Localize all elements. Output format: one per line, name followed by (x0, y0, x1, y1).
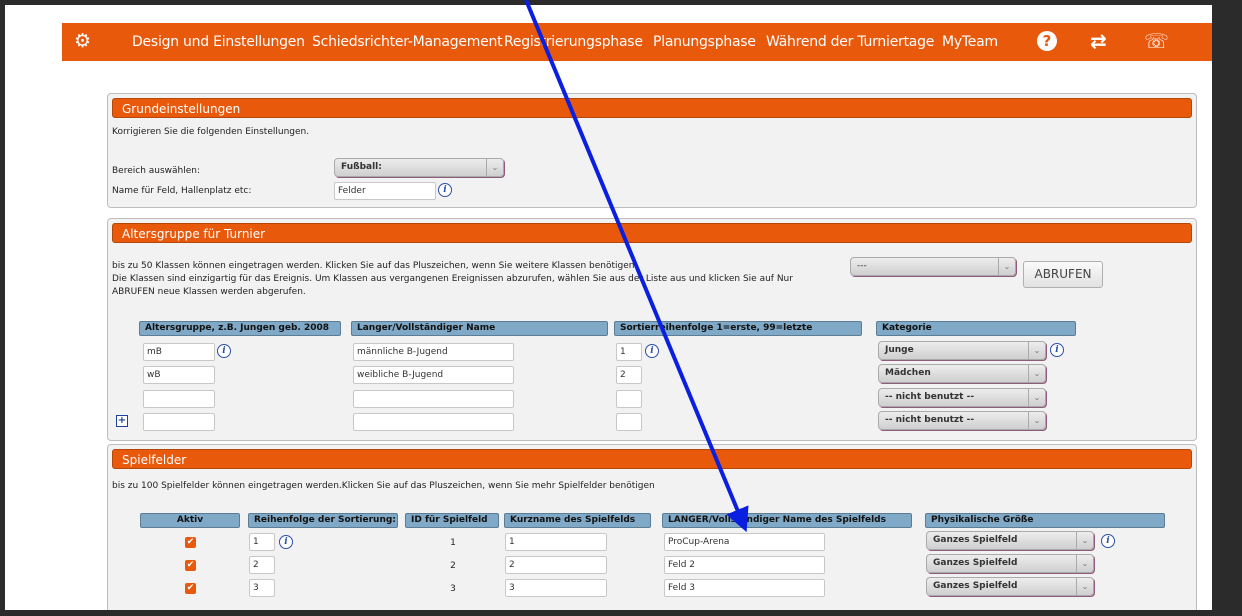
bereich-select[interactable]: Fußball: ⌄ (334, 158, 504, 177)
panel-altersgruppe: Altersgruppe für Turnier bis zu 50 Klass… (107, 218, 1197, 441)
info-icon[interactable]: i (1101, 534, 1115, 548)
kategorie-select[interactable]: -- nicht benutzt -- ⌄ (878, 411, 1046, 430)
aktiv-checkbox[interactable]: ✔ (185, 583, 196, 594)
altersgruppe-sort-input[interactable] (616, 390, 642, 408)
col-altersgruppe: Altersgruppe, z.B. Jungen geb. 2008 (139, 321, 341, 336)
spielfeld-id: 3 (450, 584, 456, 594)
app-window: ⚙ Design und Einstellungen Schiedsrichte… (0, 0, 1242, 616)
chevron-down-icon: ⌄ (1076, 555, 1093, 572)
groesse-value: Ganzes Spielfeld (933, 535, 1018, 545)
chevron-down-icon: ⌄ (486, 159, 503, 176)
col-langer-name: LANGER/Vollständiger Name des Spielfelds (662, 513, 912, 528)
col-groesse: Physikalische Größe (925, 513, 1165, 528)
altersgruppe-sort-input[interactable] (616, 413, 642, 431)
col-sortierreihenfolge: Sortierreihenfolge 1=erste, 99=letzte (614, 321, 862, 336)
chevron-down-icon: ⌄ (1028, 342, 1045, 359)
altersgruppe-lang-input[interactable] (353, 413, 514, 431)
kategorie-select[interactable]: -- nicht benutzt -- ⌄ (878, 388, 1046, 407)
kategorie-select[interactable]: Junge ⌄ (878, 341, 1046, 360)
altersgruppe-lang-input[interactable]: weibliche B-Jugend (353, 366, 514, 384)
altersgruppe-kurz-input[interactable] (143, 390, 215, 408)
top-nav: ⚙ Design und Einstellungen Schiedsrichte… (62, 23, 1212, 61)
altersgruppe-sort-input[interactable]: 1 (616, 343, 642, 361)
chat-icon[interactable]: ☏ (1144, 30, 1169, 52)
spielfelder-desc: bis zu 100 Spielfelder können eingetrage… (112, 481, 655, 491)
event-select-value: --- (857, 261, 867, 271)
help-icon[interactable]: ? (1037, 31, 1057, 51)
altersgruppe-kurz-input[interactable] (143, 413, 215, 431)
altersgruppe-kurz-input[interactable]: mB (143, 343, 215, 361)
col-kurzname: Kurzname des Spielfelds (504, 513, 651, 528)
panel-description: Korrigieren Sie die folgenden Einstellun… (112, 127, 310, 137)
refresh-icon[interactable]: ⇄ (1090, 30, 1107, 52)
col-kategorie: Kategorie (876, 321, 1076, 336)
altersgruppe-desc-2: Die Klassen sind einzigartig für das Ere… (112, 274, 793, 284)
panel-title: Altersgruppe für Turnier (112, 223, 1192, 243)
info-icon[interactable]: i (438, 183, 452, 197)
altersgruppe-kurz-input[interactable]: wB (143, 366, 215, 384)
col-aktiv: Aktiv (140, 513, 240, 528)
spielfeld-kurz-input[interactable]: 3 (505, 579, 607, 597)
col-langer-name: Langer/Vollständiger Name (351, 321, 608, 336)
info-icon[interactable]: i (645, 344, 659, 358)
chevron-down-icon: ⌄ (1076, 578, 1093, 595)
chevron-down-icon: ⌄ (1076, 532, 1093, 549)
nav-turniertage[interactable]: Während der Turniertage (766, 34, 934, 50)
spielfeld-kurz-input[interactable]: 1 (505, 533, 607, 551)
chevron-down-icon: ⌄ (1028, 365, 1045, 382)
gear-icon[interactable]: ⚙ (74, 31, 91, 51)
bereich-value: Fußball: (341, 162, 382, 172)
nav-planung[interactable]: Planungsphase (653, 34, 756, 50)
spielfeld-id: 2 (450, 561, 456, 571)
altersgruppe-lang-input[interactable]: männliche B-Jugend (353, 343, 514, 361)
altersgruppe-lang-input[interactable] (353, 390, 514, 408)
groesse-value: Ganzes Spielfeld (933, 558, 1018, 568)
spielfeld-sort-input[interactable]: 3 (249, 579, 275, 597)
kategorie-value: -- nicht benutzt -- (885, 392, 975, 402)
altersgruppe-sort-input[interactable]: 2 (616, 366, 642, 384)
nav-schiedsrichter[interactable]: Schiedsrichter-Management (312, 34, 503, 50)
kategorie-value: Mädchen (885, 368, 931, 378)
nav-myteam[interactable]: MyTeam (942, 34, 998, 50)
spielfeld-sort-input[interactable]: 2 (249, 556, 275, 574)
chevron-down-icon: ⌄ (998, 258, 1015, 275)
kategorie-select[interactable]: Mädchen ⌄ (878, 364, 1046, 383)
spielfeld-lang-input[interactable]: Feld 3 (664, 579, 825, 597)
chevron-down-icon: ⌄ (1028, 412, 1045, 429)
spielfeld-lang-input[interactable]: Feld 2 (664, 556, 825, 574)
kategorie-value: -- nicht benutzt -- (885, 415, 975, 425)
groesse-select[interactable]: Ganzes Spielfeld ⌄ (926, 531, 1094, 550)
abrufen-button[interactable]: ABRUFEN (1023, 261, 1103, 288)
spielfeld-id: 1 (450, 538, 456, 548)
panel-title: Grundeinstellungen (112, 98, 1192, 118)
panel-spielfelder: Spielfelder bis zu 100 Spielfelder könne… (107, 444, 1197, 610)
panel-title: Spielfelder (112, 449, 1192, 469)
col-reihenfolge: Reihenfolge der Sortierung: (248, 513, 398, 528)
aktiv-checkbox[interactable]: ✔ (185, 560, 196, 571)
info-icon[interactable]: i (279, 535, 293, 549)
add-class-plus-icon[interactable]: + (116, 415, 128, 427)
bereich-label: Bereich auswählen: (112, 166, 201, 176)
altersgruppe-desc-3: ABRUFEN neue Klassen werden abgerufen. (112, 287, 306, 297)
nav-design[interactable]: Design und Einstellungen (132, 34, 305, 50)
name-label: Name für Feld, Hallenplatz etc: (112, 186, 252, 196)
spielfeld-sort-input[interactable]: 1 (249, 533, 275, 551)
info-icon[interactable]: i (1050, 343, 1064, 357)
spielfeld-kurz-input[interactable]: 2 (505, 556, 607, 574)
panel-grundeinstellungen: Grundeinstellungen Korrigieren Sie die f… (107, 93, 1197, 208)
kategorie-value: Junge (885, 345, 914, 355)
info-icon[interactable]: i (217, 344, 231, 358)
groesse-select[interactable]: Ganzes Spielfeld ⌄ (926, 554, 1094, 573)
chevron-down-icon: ⌄ (1028, 389, 1045, 406)
altersgruppe-desc-1: bis zu 50 Klassen können eingetragen wer… (112, 261, 635, 271)
nav-registrierung[interactable]: Registrierungsphase (504, 34, 643, 50)
groesse-select[interactable]: Ganzes Spielfeld ⌄ (926, 577, 1094, 596)
aktiv-checkbox[interactable]: ✔ (185, 537, 196, 548)
groesse-value: Ganzes Spielfeld (933, 581, 1018, 591)
spielfeld-lang-input[interactable]: ProCup-Arena (664, 533, 825, 551)
event-select[interactable]: --- ⌄ (850, 257, 1016, 276)
col-id: ID für Spielfeld (405, 513, 499, 528)
name-field[interactable]: Felder (334, 182, 436, 200)
